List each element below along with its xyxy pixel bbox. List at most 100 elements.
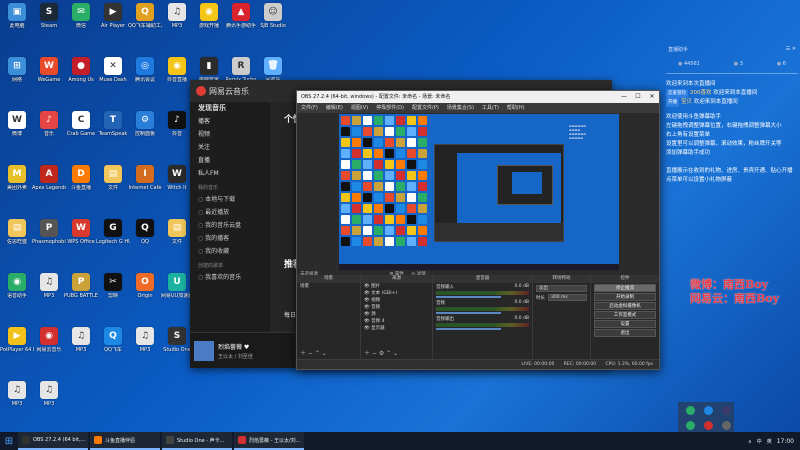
close-icon[interactable]: ✕: [645, 91, 659, 103]
overlay-menu-icon[interactable]: ☰ ✕: [786, 46, 796, 53]
desktop-icon[interactable]: P Phasmophobia: [32, 216, 66, 258]
desktop-icon[interactable]: ▤ 文件: [96, 162, 130, 204]
desktop-icon[interactable]: ◉ 语音助手: [0, 270, 34, 312]
music-player-bar[interactable]: 烈焰蔷薇 ♥ 王以太 / 刘至佳: [190, 332, 295, 368]
obs-tray-icon[interactable]: [721, 421, 731, 430]
volume-slider[interactable]: [436, 312, 502, 314]
desktop-icon[interactable]: ✉ 微信: [64, 0, 98, 42]
desktop-icon[interactable]: D 斗鱼直播: [64, 162, 98, 204]
transition-type-select[interactable]: 淡出: [536, 285, 587, 292]
desktop-icon[interactable]: ♫ MP3: [64, 324, 98, 366]
desktop-icon[interactable]: M 美团外卖: [0, 162, 34, 204]
desktop-icon[interactable]: I Internet Cafe: [128, 162, 162, 204]
tray-item[interactable]: 英: [767, 439, 772, 445]
clock[interactable]: 17:00: [777, 438, 794, 445]
desktop-icon[interactable]: W 微博: [0, 108, 34, 150]
my-music-item[interactable]: 本地与下载: [190, 193, 270, 206]
source-item[interactable]: 👁 图片: [361, 283, 432, 290]
desktop-icon[interactable]: ♫ MP3: [160, 0, 194, 42]
windows-start-icon[interactable]: ⊞: [0, 432, 18, 450]
desktop-icon[interactable]: ▶ Air Player: [96, 0, 130, 42]
desktop-icon[interactable]: ♫ MP3: [32, 378, 66, 420]
desktop-icon[interactable]: Q QQ飞车: [96, 324, 130, 366]
desktop-icon[interactable]: ● Among Us: [64, 54, 98, 96]
duration-input[interactable]: 300 ms: [548, 294, 587, 301]
tray-item[interactable]: ∧: [748, 439, 752, 445]
my-music-item[interactable]: 我的音乐云盘: [190, 219, 270, 232]
obs-menu-item[interactable]: 编辑(E): [326, 105, 343, 111]
music-tray-icon[interactable]: [703, 421, 713, 430]
desktop-icon[interactable]: ▤ 佐思旺盛: [0, 216, 34, 258]
source-item[interactable]: 👁 音频: [361, 304, 432, 311]
liked-music-item[interactable]: 我喜欢的音乐: [190, 271, 270, 284]
desktop-icon[interactable]: T TeamSpeak: [96, 108, 130, 150]
desktop-icon[interactable]: Q QQ飞车辅助工具: [128, 0, 162, 42]
desktop-icon[interactable]: ⚙ 控制面板: [128, 108, 162, 150]
source-item[interactable]: 👁 视频: [361, 297, 432, 304]
desktop-icon[interactable]: W Witch It: [160, 162, 194, 204]
obs-control-button[interactable]: 退出: [594, 329, 656, 337]
maximize-icon[interactable]: ☐: [631, 91, 645, 103]
music-nav-item[interactable]: 播客: [190, 115, 270, 128]
sources-toolbar[interactable]: ＋ − ⚙ ⌃ ⌄: [364, 348, 398, 357]
music-nav-item[interactable]: 关注: [190, 141, 270, 154]
desktop-icon[interactable]: ◉ 游戏开播: [192, 0, 226, 42]
desktop-icon[interactable]: ◎ 腾讯会议: [128, 54, 162, 96]
danmaku-overlay[interactable]: 直播助手 ☰ ✕ 44561 3 6 欢迎来到本次直播间恋爱冒险200喜欢 欢迎来到…: [664, 46, 800, 366]
desktop-icon[interactable]: ♪ 抖音: [160, 108, 194, 150]
music-nav-item[interactable]: 发现音乐: [190, 102, 270, 115]
obs-menu-item[interactable]: 场景集合(S): [447, 105, 474, 111]
desktop-icon[interactable]: W WeGame: [32, 54, 66, 96]
music-nav-item[interactable]: 视频: [190, 128, 270, 141]
obs-menu-item[interactable]: 停靠部件(D): [376, 105, 404, 111]
desktop-icon[interactable]: ▤ 文件: [160, 216, 194, 258]
desktop-icon[interactable]: C Crab Game: [64, 108, 98, 150]
taskbar-app[interactable]: 斗鱼直播伴侣: [90, 432, 160, 450]
desktop-icon[interactable]: S Steam: [32, 0, 66, 42]
source-item[interactable]: 👁 显示器: [361, 325, 432, 332]
volume-slider[interactable]: [436, 328, 502, 330]
desktop-icon[interactable]: ♪ 音乐: [32, 108, 66, 150]
desktop-icon[interactable]: Q QQ: [128, 216, 162, 258]
obs-menu-item[interactable]: 文件(F): [301, 105, 318, 111]
desktop-icon[interactable]: ▶ PotPlayer 64 bit: [0, 324, 34, 366]
obs-menu-item[interactable]: 视图(V): [351, 105, 368, 111]
desktop-icon[interactable]: ♫ MP3: [128, 324, 162, 366]
obs-preview[interactable]: ▬▬▬▬▬▬ ▬▬▬▬ ▬▬▬▬▬▬ ▬▬▬▬▬: [339, 114, 619, 270]
qq-tray-icon[interactable]: [703, 406, 713, 415]
obs-menu-item[interactable]: 工具(T): [482, 105, 499, 111]
album-cover[interactable]: [194, 340, 214, 361]
desktop-icon[interactable]: S Studio One: [160, 324, 194, 366]
scene-item[interactable]: 场景: [297, 283, 360, 290]
security-tray-icon[interactable]: [685, 421, 695, 430]
source-item[interactable]: 👁 源: [361, 311, 432, 318]
desktop-icon[interactable]: W WPS Office: [64, 216, 98, 258]
tray-item[interactable]: 中: [757, 439, 762, 445]
desktop-icon[interactable]: ▣ 此电脑: [0, 0, 34, 42]
my-music-item[interactable]: 我的播客: [190, 232, 270, 245]
my-music-item[interactable]: 我的收藏: [190, 245, 270, 258]
minimize-icon[interactable]: —: [617, 91, 631, 103]
obs-control-button[interactable]: 停止推流: [594, 284, 656, 292]
desktop-icon[interactable]: ☺ SJB Studio: [256, 0, 290, 42]
music-nav-item[interactable]: 私人FM: [190, 167, 270, 180]
obs-control-button[interactable]: 工作室模式: [594, 311, 656, 319]
obs-menu-item[interactable]: 帮助(H): [507, 105, 525, 111]
obs-control-button[interactable]: 开始录制: [594, 293, 656, 301]
desktop-icon[interactable]: ⊞ 网络: [0, 54, 34, 96]
tray-overflow-popup[interactable]: [678, 402, 734, 432]
taskbar-app[interactable]: Studio One - 声卡...: [162, 432, 232, 450]
desktop-icon[interactable]: ✂ 剪映: [96, 270, 130, 312]
desktop-icon[interactable]: ▲ 腾讯手游助手: [224, 0, 258, 42]
obs-control-button[interactable]: 设置: [594, 320, 656, 328]
taskbar-app[interactable]: 烈焰蔷薇 - 王以太/刘...: [234, 432, 304, 450]
desktop-icon[interactable]: P PUBG BATTLEGROUNDS: [64, 270, 98, 312]
obs-control-button[interactable]: 启动虚拟摄像机: [594, 302, 656, 310]
obs-menu-item[interactable]: 配置文件(P): [412, 105, 439, 111]
scenes-toolbar[interactable]: ＋ − ⌃ ⌄: [300, 348, 327, 357]
source-item[interactable]: 👁 文本 (GDI+): [361, 290, 432, 297]
desktop-icon[interactable]: ◉ 抖音直播: [160, 54, 194, 96]
desktop-icon[interactable]: O Origin: [128, 270, 162, 312]
wechat-tray-icon[interactable]: [685, 406, 695, 415]
desktop-icon[interactable]: U 网易UU加速器: [160, 270, 194, 312]
